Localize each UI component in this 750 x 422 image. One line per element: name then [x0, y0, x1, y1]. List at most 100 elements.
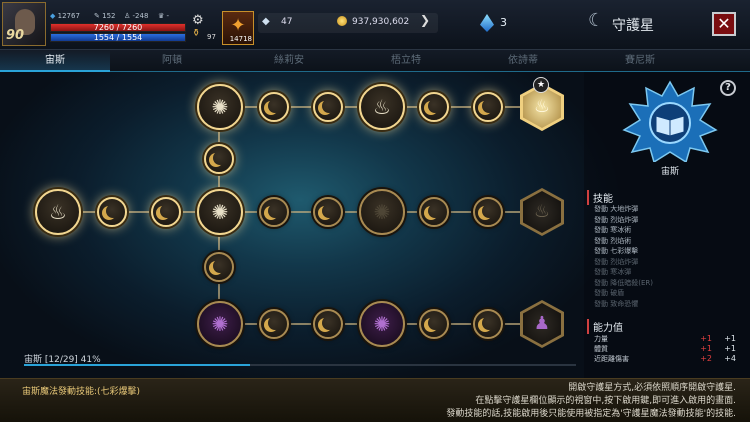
- triple-flame-icon: ♨: [373, 95, 391, 119]
- moon-icon: [160, 204, 174, 218]
- lamp-icon: ♙: [124, 12, 131, 20]
- page-title: 守護星: [612, 18, 654, 34]
- stat-a: ✎ 152: [94, 12, 115, 20]
- attr-name: 近距離傷害: [594, 355, 629, 363]
- star-node-r3-6[interactable]: [473, 309, 503, 339]
- attr-name: 體質: [594, 345, 608, 353]
- skill-item: 發動 寒冰彈: [594, 268, 632, 276]
- star-node-r2-start[interactable]: ♨: [35, 189, 81, 235]
- zeus-emblem-icon: [622, 80, 718, 162]
- tab-0[interactable]: 宙斯: [0, 50, 110, 72]
- help-line-3: 發動技能的話,技能啟用後只能使用被指定為'守護星魔法發動技能'的技能.: [446, 409, 736, 419]
- moon-icon: [322, 316, 336, 330]
- stat-b-value: -248: [132, 12, 149, 20]
- burst-icon: ✺: [211, 312, 229, 336]
- moon-icon: [322, 99, 336, 113]
- diamond-icon: ◆: [262, 16, 270, 27]
- star-node-r2-6[interactable]: [313, 197, 343, 227]
- guardian-star-screen: 90 ◆ 12767 ✎ 152 ♙ -248 ♛ - 7260 / 7260 …: [0, 0, 750, 422]
- star-node-r1-skill[interactable]: ✺: [197, 84, 243, 130]
- help-line-1: 開啟守護星方式,必須依照順序開啟守護星.: [568, 383, 736, 393]
- moon-icon: [268, 99, 282, 113]
- skill-item: 發動 致命恐懼: [594, 299, 639, 308]
- close-button[interactable]: ✕: [712, 12, 736, 36]
- constellation-tabs: 宙斯 阿頓 絲莉安 梧立特 依詩蒂 賽尼斯: [0, 50, 750, 72]
- star-node-r1-6[interactable]: [473, 92, 503, 122]
- figure-icon: ♟: [523, 303, 561, 345]
- star-node-r2-hub[interactable]: ✺: [197, 189, 243, 235]
- tab-1[interactable]: 阿頓: [117, 50, 227, 72]
- coin-icon: [337, 16, 347, 26]
- star-node-r2-5[interactable]: [259, 197, 289, 227]
- power-stat: ◆ 12767: [50, 12, 80, 20]
- star-node-r3-5[interactable]: [419, 309, 449, 339]
- tab-2[interactable]: 絲莉安: [234, 50, 344, 72]
- skill-item: 發動 烈焰炸彈: [594, 215, 639, 224]
- shield-icon: ◆: [50, 12, 56, 20]
- attr-bonus: +1: [724, 334, 736, 343]
- star-node-r2-9[interactable]: [473, 197, 503, 227]
- moon-icon: [482, 99, 496, 113]
- mp-text: 1554 / 1554: [93, 33, 143, 42]
- star-badge-icon: ★: [533, 77, 549, 93]
- mp-bar: 1554 / 1554: [50, 33, 186, 42]
- moon-icon: [106, 204, 120, 218]
- moon-icon: [428, 316, 442, 330]
- help-line-2: 在點擊守護星欄位顯示的視窗中,按下啟用鍵,即可進入啟用的畫面.: [475, 396, 736, 406]
- moon-icon: [482, 204, 496, 218]
- attr-bonus: +1: [724, 344, 736, 353]
- burst-icon: ✺: [373, 200, 391, 224]
- burst-icon: ✺: [211, 200, 229, 224]
- skill-item: 發動 七彩爆擊: [594, 247, 639, 255]
- star-node-c2[interactable]: [204, 252, 234, 282]
- moon-icon: [428, 99, 442, 113]
- skill-item: 發動 破盾: [594, 289, 625, 297]
- tab-3[interactable]: 梧立特: [351, 50, 461, 72]
- star-node-r3-skill[interactable]: ✺: [359, 301, 405, 347]
- sword-icon: ✎: [94, 12, 100, 20]
- active-skill-text: 宙斯魔法發動技能:(七彩爆擊): [22, 387, 141, 397]
- star-node-r1-skill-2[interactable]: ♨: [359, 84, 405, 130]
- stat-a-value: 152: [102, 12, 116, 20]
- crystal-count: 3: [500, 16, 507, 29]
- star-node-r3-start[interactable]: ✺: [197, 301, 243, 347]
- star-node-r3-2[interactable]: [259, 309, 289, 339]
- currency-expand-arrow-icon[interactable]: ❯: [420, 13, 430, 27]
- power-value: 12767: [57, 12, 80, 20]
- burst-icon: ✺: [211, 95, 229, 119]
- star-node-r2-skill[interactable]: ✺: [359, 189, 405, 235]
- moon-icon: [322, 204, 336, 218]
- gear-icon[interactable]: ⚙: [192, 13, 204, 28]
- flame-icon: ✦: [230, 15, 246, 36]
- tab-5[interactable]: 賽尼斯: [585, 50, 695, 72]
- flame-icon: ♨: [49, 200, 67, 224]
- star-node-r2-2[interactable]: [97, 197, 127, 227]
- burst-icon: ✺: [373, 312, 391, 336]
- star-node-r1-3[interactable]: [313, 92, 343, 122]
- tab-4[interactable]: 依詩蒂: [468, 50, 578, 72]
- guardian-star-logo-icon: ☾: [588, 10, 605, 31]
- trophy-icon: ♛: [158, 12, 165, 20]
- star-node-r1-5[interactable]: [419, 92, 449, 122]
- attr-bonus-red: +2: [700, 354, 712, 363]
- star-node-r3-3[interactable]: [313, 309, 343, 339]
- quick-item-slot[interactable]: ✦ 14718: [222, 11, 254, 45]
- skills-header: 技能: [587, 190, 613, 205]
- close-icon: ✕: [717, 14, 731, 33]
- star-node-r1-2[interactable]: [259, 92, 289, 122]
- star-node-r2-8[interactable]: [419, 197, 449, 227]
- skill-item: 發動 烈焰術: [594, 236, 632, 245]
- moon-icon: [428, 204, 442, 218]
- star-node-r2-3[interactable]: [151, 197, 181, 227]
- hp-text: 7260 / 7260: [93, 23, 143, 32]
- top-hud: 90 ◆ 12767 ✎ 152 ♙ -248 ♛ - 7260 / 7260 …: [0, 0, 750, 50]
- attr-name: 力量: [594, 335, 608, 343]
- moon-icon: [268, 204, 282, 218]
- question-icon: ?: [725, 82, 731, 93]
- potion-icon[interactable]: ⚱: [192, 28, 200, 39]
- moon-icon: [213, 259, 227, 273]
- attr-bonus-red: +1: [700, 334, 712, 343]
- help-button[interactable]: ?: [720, 80, 736, 96]
- gold-amount: 937,930,602: [352, 17, 410, 27]
- star-node-c1[interactable]: [204, 144, 234, 174]
